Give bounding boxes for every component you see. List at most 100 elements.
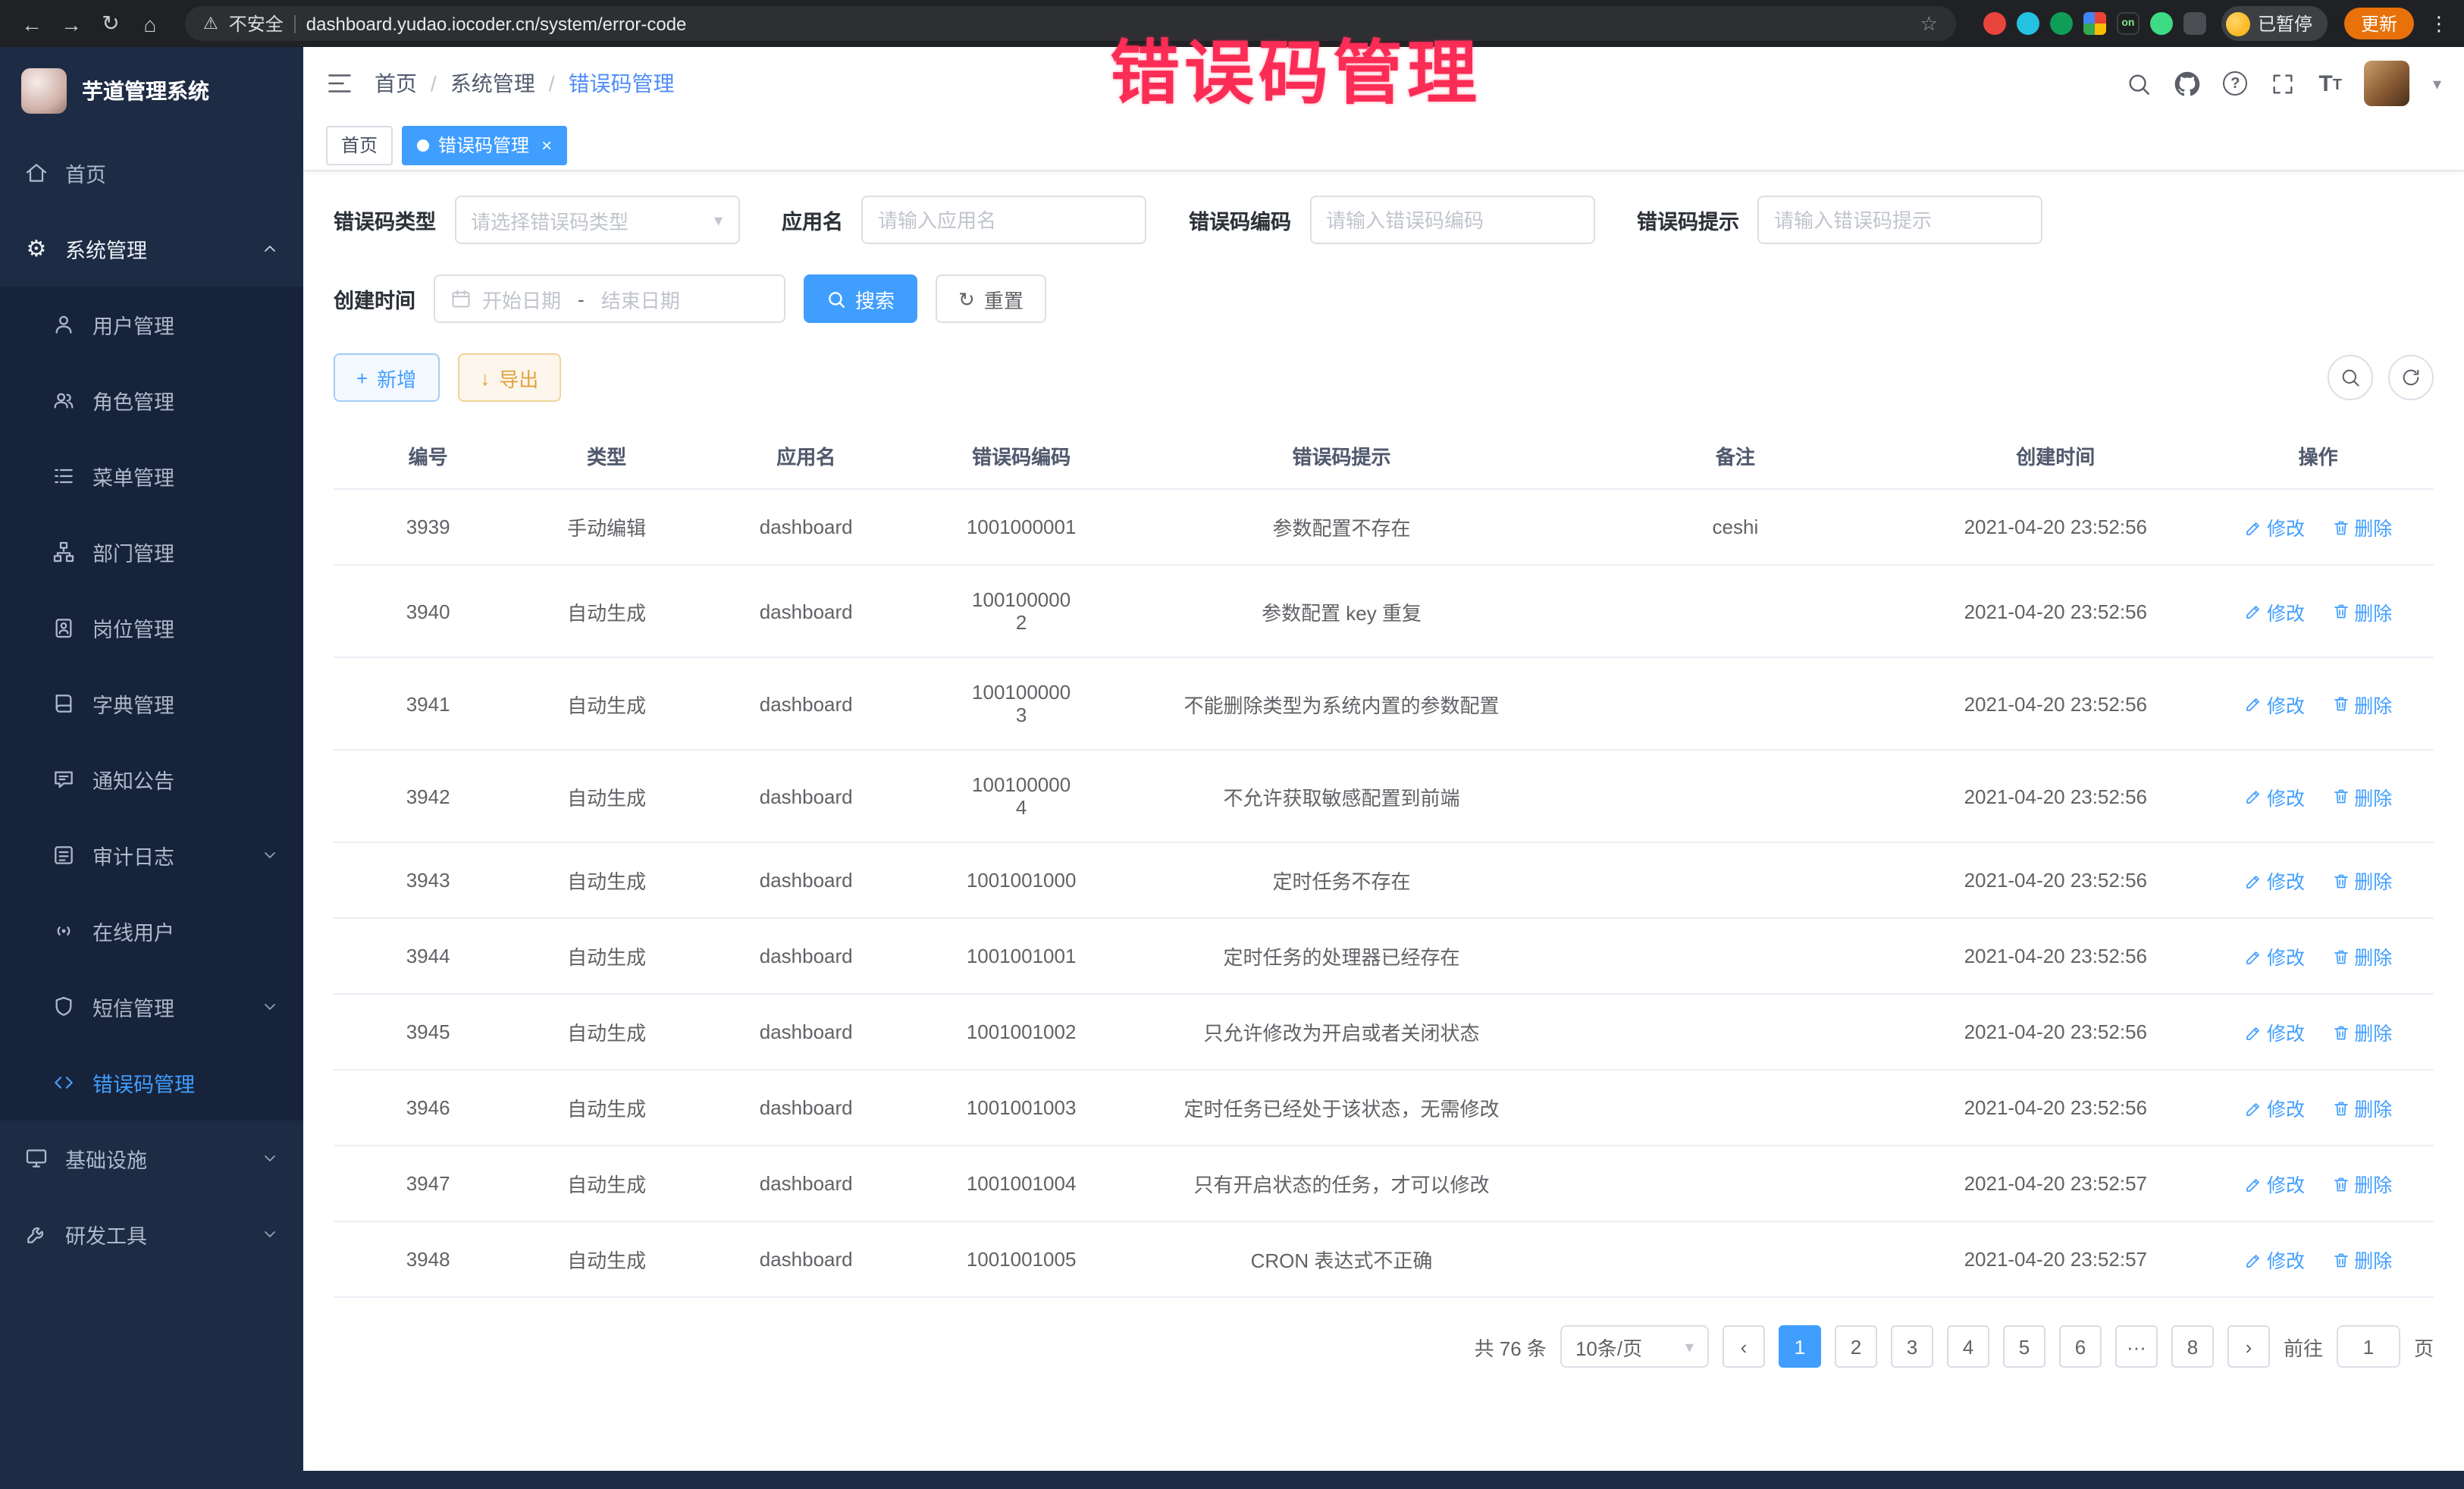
page-button[interactable]: 6 (2059, 1325, 2102, 1368)
sidebar-item-dept-management[interactable]: 部门管理 (0, 514, 303, 590)
cell-error-message: 参数配置不存在 (1121, 489, 1563, 565)
error-code-input[interactable] (1309, 196, 1594, 244)
app-name-input[interactable] (861, 196, 1146, 244)
export-button[interactable]: ↓ 导出 (457, 353, 561, 402)
refresh-button[interactable] (2388, 355, 2434, 400)
edit-link[interactable]: 修改 (2244, 513, 2305, 541)
edit-link[interactable]: 修改 (2244, 942, 2305, 970)
edit-link[interactable]: 修改 (2244, 689, 2305, 718)
sidebar-item-dict-management[interactable]: 字典管理 (0, 666, 303, 741)
reset-button[interactable]: ↻ 重置 (936, 274, 1046, 323)
error-type-select[interactable]: 请选择错误码类型 ▾ (454, 196, 739, 244)
help-icon[interactable]: ? (2223, 71, 2247, 96)
security-label[interactable]: 不安全 (229, 11, 284, 36)
extension-icon[interactable] (1983, 12, 2006, 35)
delete-link[interactable]: 删除 (2331, 689, 2392, 718)
search-button[interactable]: 搜索 (804, 274, 917, 323)
extension-icon[interactable] (2183, 12, 2206, 35)
profile-paused-badge[interactable]: 已暂停 (2221, 6, 2328, 41)
sidebar-fold-icon[interactable] (326, 70, 353, 97)
create-time-label: 创建时间 (334, 284, 415, 314)
delete-link[interactable]: 删除 (2331, 513, 2392, 541)
browser-back-icon[interactable]: ← (15, 7, 49, 40)
fullscreen-icon[interactable] (2270, 71, 2296, 96)
font-size-icon[interactable]: TT (2318, 72, 2342, 95)
column-header: 创建时间 (1908, 423, 2202, 489)
page-button[interactable]: ··· (2115, 1325, 2158, 1368)
sidebar-item-system[interactable]: ⚙ 系统管理 (0, 211, 303, 287)
next-page-button[interactable]: › (2227, 1325, 2270, 1368)
browser-home-icon[interactable]: ⌂ (133, 7, 167, 40)
browser-forward-icon[interactable]: → (55, 7, 88, 40)
edit-link[interactable]: 修改 (2244, 1017, 2305, 1046)
extension-icon[interactable] (2150, 12, 2173, 35)
page-button[interactable]: 5 (2003, 1325, 2045, 1368)
sidebar-item-post-management[interactable]: 岗位管理 (0, 590, 303, 666)
trash-icon (2331, 1023, 2350, 1041)
sidebar-item-label: 基础设施 (65, 1143, 147, 1174)
extension-icon[interactable]: on (2117, 12, 2140, 35)
delete-link[interactable]: 删除 (2331, 866, 2392, 895)
sidebar-item-home[interactable]: 首页 (0, 135, 303, 211)
page-size-select[interactable]: 10条/页 ▾ (1560, 1325, 1709, 1368)
sidebar-item-infrastructure[interactable]: 基础设施 (0, 1121, 303, 1196)
edit-link[interactable]: 修改 (2244, 866, 2305, 895)
sidebar-item-user-management[interactable]: 用户管理 (0, 287, 303, 362)
delete-link[interactable]: 删除 (2331, 1245, 2392, 1274)
page-button[interactable]: 1 (1779, 1325, 1821, 1368)
add-button[interactable]: + 新增 (334, 353, 439, 402)
edit-link[interactable]: 修改 (2244, 1093, 2305, 1122)
extension-icon[interactable] (2017, 12, 2039, 35)
toggle-search-button[interactable] (2328, 355, 2373, 400)
edit-link[interactable]: 修改 (2244, 1245, 2305, 1274)
breadcrumb-section[interactable]: 系统管理 (450, 68, 535, 99)
sidebar-item-menu-management[interactable]: 菜单管理 (0, 438, 303, 514)
date-range-picker[interactable]: 开始日期 - 结束日期 (434, 274, 785, 323)
sidebar-item-notice[interactable]: 通知公告 (0, 741, 303, 817)
page-button[interactable]: 8 (2171, 1325, 2214, 1368)
extension-icon[interactable] (2083, 12, 2106, 35)
github-icon[interactable] (2174, 71, 2200, 96)
goto-page-input[interactable] (2337, 1325, 2400, 1368)
cell-error-message: 参数配置 key 重复 (1121, 565, 1563, 657)
url-text[interactable]: dashboard.yudao.iocoder.cn/system/error-… (306, 13, 1910, 34)
sidebar-item-role-management[interactable]: 角色管理 (0, 362, 303, 438)
user-avatar[interactable] (2365, 61, 2410, 106)
browser-reload-icon[interactable]: ↻ (94, 7, 127, 40)
delete-link[interactable]: 删除 (2331, 782, 2392, 810)
address-bar[interactable]: ⚠ 不安全 dashboard.yudao.iocoder.cn/system/… (185, 6, 1956, 41)
cell-app-name: dashboard (691, 918, 922, 994)
page-button[interactable]: 4 (1947, 1325, 1989, 1368)
tab-home[interactable]: 首页 (326, 125, 393, 165)
page-button[interactable]: 3 (1891, 1325, 1933, 1368)
trash-icon (2331, 1099, 2350, 1117)
caret-down-icon[interactable]: ▾ (2433, 74, 2441, 93)
edit-link[interactable]: 修改 (2244, 782, 2305, 810)
search-icon[interactable] (2126, 71, 2152, 96)
breadcrumb-home[interactable]: 首页 (375, 68, 417, 99)
close-icon[interactable]: × (541, 134, 552, 155)
browser-update-button[interactable]: 更新 (2344, 8, 2414, 39)
bookmark-star-icon[interactable]: ☆ (1920, 11, 1938, 36)
page-button[interactable]: 2 (1835, 1325, 1877, 1368)
extension-icon[interactable] (2050, 12, 2073, 35)
browser-menu-icon[interactable]: ⋮ (2429, 11, 2449, 36)
sidebar-item-online-users[interactable]: 在线用户 (0, 893, 303, 969)
prev-page-button[interactable]: ‹ (1723, 1325, 1765, 1368)
sidebar-item-error-code[interactable]: 错误码管理 (0, 1045, 303, 1121)
sidebar-item-audit-log[interactable]: 审计日志 (0, 817, 303, 893)
delete-link[interactable]: 删除 (2331, 597, 2392, 625)
edit-link[interactable]: 修改 (2244, 597, 2305, 625)
delete-link[interactable]: 删除 (2331, 1093, 2392, 1122)
tab-error-code[interactable]: 错误码管理 × (402, 125, 567, 165)
app-logo[interactable]: 芋道管理系统 (0, 47, 303, 135)
delete-link[interactable]: 删除 (2331, 1169, 2392, 1198)
cell-error-message: 只有开启状态的任务，才可以修改 (1121, 1146, 1563, 1221)
sidebar-item-dev-tools[interactable]: 研发工具 (0, 1196, 303, 1272)
error-msg-input[interactable] (1757, 196, 2042, 244)
edit-link[interactable]: 修改 (2244, 1169, 2305, 1198)
delete-link[interactable]: 删除 (2331, 1017, 2392, 1046)
cell-type: 自动生成 (522, 1221, 691, 1297)
sidebar-item-sms-management[interactable]: 短信管理 (0, 969, 303, 1045)
delete-link[interactable]: 删除 (2331, 942, 2392, 970)
